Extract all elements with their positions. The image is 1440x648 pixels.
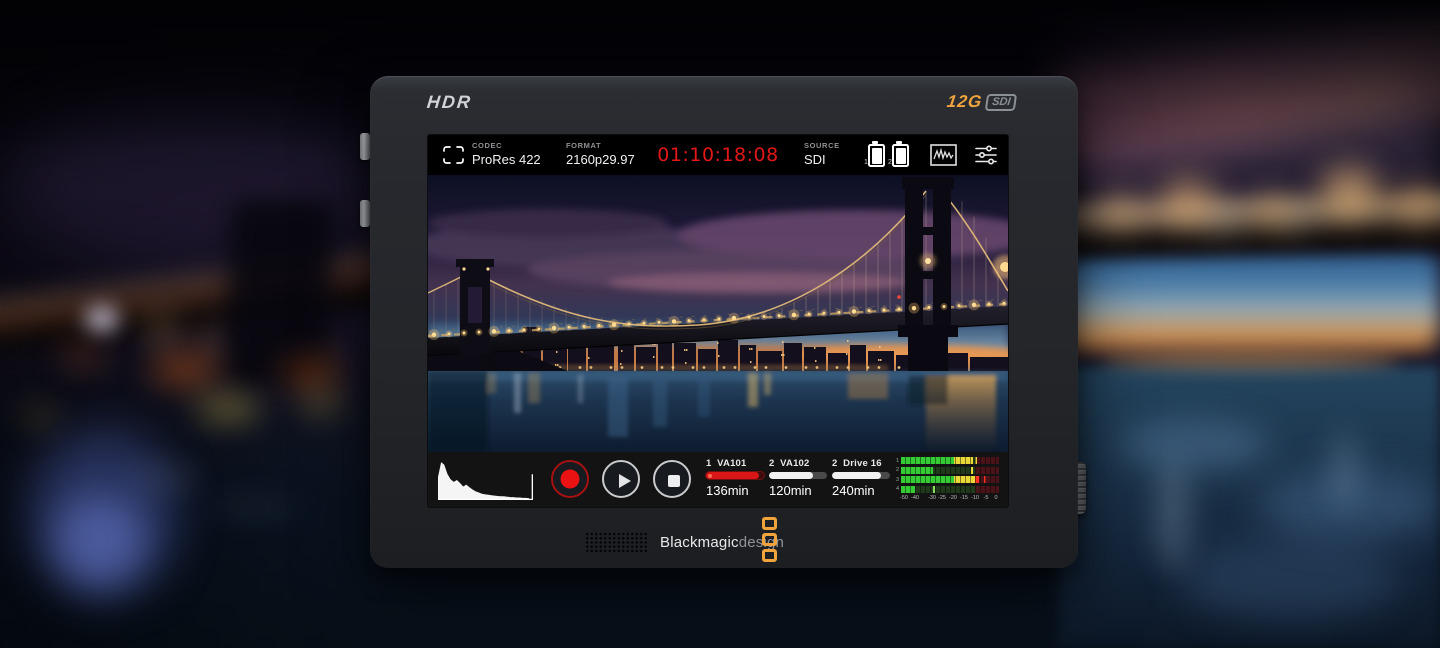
play-icon — [619, 474, 631, 488]
battery-status[interactable]: 1 2 — [868, 144, 909, 167]
storage-bar — [706, 472, 764, 479]
bg-reflection — [1120, 420, 1270, 470]
bg-reflection — [130, 470, 200, 484]
bg-horizon-lights — [1100, 352, 1400, 370]
bg-reflection — [210, 500, 300, 512]
audio-meter-channel: 4 — [893, 486, 999, 493]
audio-meter-channel: 3 — [893, 476, 999, 483]
battery-icon: 2 — [892, 144, 909, 167]
waveform-scope-icon[interactable] — [930, 144, 957, 166]
video-assist-monitor: HDR 12G SDI CODEC ProRes 422 FORMAT 2160… — [370, 76, 1078, 568]
battery-fill — [872, 148, 882, 164]
stop-button[interactable] — [653, 460, 691, 498]
storage-name: 2 VA102 — [769, 458, 831, 469]
bg-bokeh — [60, 345, 106, 367]
video-preview[interactable] — [428, 175, 1008, 452]
bg-bokeh — [300, 396, 344, 412]
storage-slot-2[interactable]: 2 VA102 120min — [769, 458, 831, 498]
codec-indicator[interactable]: CODEC ProRes 422 — [472, 141, 541, 167]
bg-bokeh — [1210, 210, 1240, 232]
meter-scale: -50-40-30-25-20-15-10-50 — [899, 495, 999, 503]
side-button[interactable] — [360, 133, 370, 160]
status-bar: CODEC ProRes 422 FORMAT 2160p29.97 01:10… — [428, 135, 1008, 175]
logo-square — [762, 549, 777, 562]
channel-number: 1 — [893, 458, 901, 464]
bg-bokeh — [85, 306, 119, 332]
bg-bokeh — [1395, 186, 1440, 222]
storage-remaining: 136min — [706, 483, 768, 498]
stop-icon — [668, 475, 680, 487]
audio-meter-channel: 2 — [893, 467, 999, 474]
12g-sdi-badge: 12G SDI — [945, 92, 1017, 112]
sdi-label: SDI — [984, 94, 1017, 111]
format-value: 2160p29.97 — [566, 152, 635, 167]
battery-number: 2 — [888, 159, 892, 166]
source-indicator[interactable]: SOURCE SDI — [804, 141, 840, 167]
bg-sky-horizon — [1058, 250, 1440, 350]
channel-number: 4 — [893, 486, 901, 492]
12g-label: 12G — [945, 92, 983, 112]
lower-toolbar: 1 VA101 136min 2 VA102 120min 2 Drive 16… — [428, 452, 1008, 507]
timecode-display[interactable]: 01:10:18:08 — [657, 144, 778, 166]
battery-icon: 1 — [868, 144, 885, 167]
bg-bokeh — [150, 320, 176, 340]
storage-drive[interactable]: 2 Drive 16 240min — [832, 458, 894, 498]
battery-number: 1 — [864, 159, 868, 166]
logo-square — [762, 533, 777, 546]
bg-bokeh — [150, 352, 220, 386]
side-button[interactable] — [360, 200, 370, 227]
source-label: SOURCE — [804, 141, 840, 150]
bg-bokeh — [1285, 208, 1313, 228]
storage-remaining: 120min — [769, 483, 831, 498]
storage-bar — [769, 472, 827, 479]
bridge-scene — [428, 175, 1008, 452]
storage-name: 2 Drive 16 — [832, 458, 894, 469]
format-label: FORMAT — [566, 141, 635, 150]
logo-square — [762, 517, 777, 530]
record-icon — [561, 470, 580, 489]
storage-remaining: 240min — [832, 483, 894, 498]
play-button[interactable] — [602, 460, 640, 498]
storage-name: 1 VA101 — [706, 458, 768, 469]
audio-meter-channel: 1 — [893, 457, 999, 464]
bg-bokeh — [282, 360, 342, 388]
battery-fill — [896, 148, 906, 164]
source-value: SDI — [804, 152, 840, 167]
codec-label: CODEC — [472, 141, 541, 150]
audio-meters[interactable]: 1 2 3 4 -50-40-30-25-20-15-10-50 — [893, 457, 999, 503]
channel-number: 3 — [893, 477, 901, 483]
storage-slot-1[interactable]: 1 VA101 136min — [706, 458, 768, 498]
bg-reflection — [1155, 460, 1191, 570]
bg-reflection — [1180, 540, 1400, 620]
hdr-badge: HDR — [426, 92, 473, 113]
bg-bokeh — [1100, 196, 1140, 226]
histogram[interactable] — [438, 459, 533, 500]
bg-bokeh — [196, 398, 260, 418]
bg-bridge-tower-left — [225, 200, 335, 385]
record-button[interactable] — [551, 460, 589, 498]
bg-reflection — [1330, 430, 1360, 510]
settings-sliders-icon[interactable] — [974, 144, 998, 166]
format-indicator[interactable]: FORMAT 2160p29.97 — [566, 141, 635, 167]
touchscreen[interactable]: CODEC ProRes 422 FORMAT 2160p29.97 01:10… — [428, 135, 1008, 507]
bg-bokeh — [20, 408, 60, 424]
speaker-grille — [585, 532, 649, 552]
bg-bokeh — [1160, 180, 1216, 224]
storage-bar — [832, 472, 890, 479]
codec-value: ProRes 422 — [472, 152, 541, 167]
frame-guides-icon[interactable] — [442, 145, 465, 165]
channel-number: 2 — [893, 467, 901, 473]
recording-dot — [708, 474, 712, 478]
bg-bokeh — [1320, 168, 1380, 216]
bmd-logo-squares — [762, 517, 777, 562]
bg-bokeh — [55, 495, 145, 585]
